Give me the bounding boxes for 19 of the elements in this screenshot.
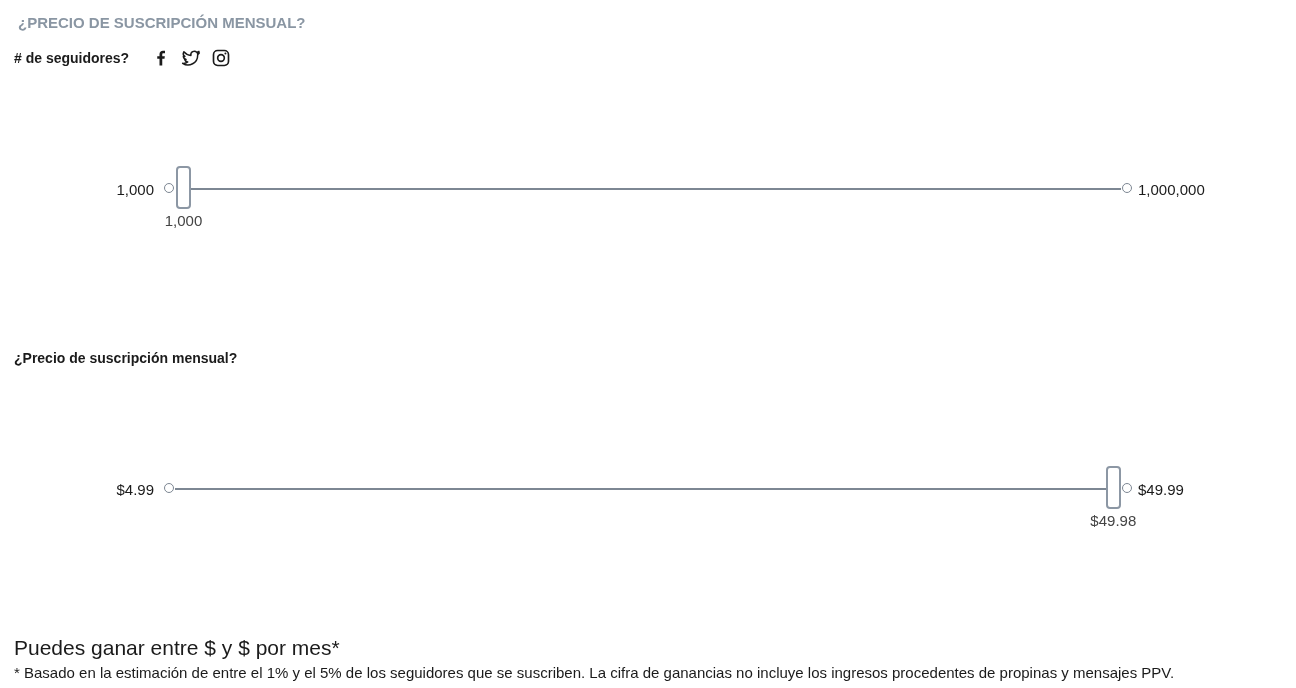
footnote: * Basado en la estimación de entre el 1% y el 5% de los seguidores que se suscriben. La cifra de ganancias no incluye los ingresos procedentes de propinas y mensajes PPV. <box>14 664 1176 681</box>
section-heading: ¿PRECIO DE SUSCRIPCIÓN MENSUAL? <box>18 14 306 31</box>
track-end-icon <box>164 483 174 493</box>
max-label: 1,000,000 <box>1137 180 1206 198</box>
track-end-icon <box>1122 483 1132 493</box>
value-label: $49.98 <box>1090 512 1137 529</box>
instagram-icon[interactable] <box>211 48 232 68</box>
min-label: $4.99 <box>116 480 155 498</box>
field-label: ¿Precio de suscripción mensual? <box>14 350 238 366</box>
earnings-heading: Puedes ganar entre $ y $ por mes* <box>14 636 340 660</box>
field-label: # de seguidores? <box>14 50 130 66</box>
value-label: 1,000 <box>164 212 203 229</box>
slider-handle[interactable] <box>1105 466 1121 509</box>
slider-handle[interactable] <box>176 166 191 209</box>
track-end-icon <box>1122 183 1132 193</box>
track-end-icon <box>164 183 174 193</box>
min-label: 1,000 <box>116 180 155 198</box>
twitter-icon[interactable] <box>181 48 202 68</box>
max-label: $49.99 <box>1137 480 1185 498</box>
